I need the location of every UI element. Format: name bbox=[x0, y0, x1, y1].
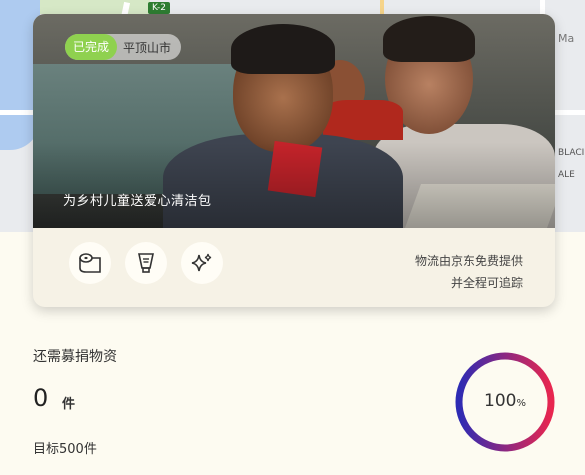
sparkle-icon[interactable] bbox=[181, 242, 223, 284]
project-photo: 已完成 平顶山市 为乡村儿童送爱心清洁包 bbox=[33, 14, 555, 228]
project-card[interactable]: 已完成 平顶山市 为乡村儿童送爱心清洁包 物流由京东免费提供 并全程可追踪 bbox=[33, 14, 555, 307]
status-tag-group: 已完成 平顶山市 bbox=[65, 34, 182, 60]
logistics-note: 物流由京东免费提供 并全程可追踪 bbox=[415, 250, 523, 294]
toothpaste-icon[interactable] bbox=[125, 242, 167, 284]
location-label: 平顶山市 bbox=[123, 40, 172, 55]
percent-sign: % bbox=[516, 398, 526, 409]
status-badge: 已完成 bbox=[65, 34, 118, 60]
remaining-count: 0 bbox=[33, 384, 49, 412]
progress-percent: 100% bbox=[454, 391, 556, 411]
project-caption: 为乡村儿童送爱心清洁包 bbox=[63, 194, 212, 209]
logistics-line: 物流由京东免费提供 bbox=[414, 254, 523, 268]
count-unit: 件 bbox=[62, 397, 76, 412]
remaining-label: 还需募捐物资 bbox=[33, 349, 117, 365]
toilet-paper-icon[interactable] bbox=[69, 242, 111, 284]
map-label: ALE bbox=[558, 170, 575, 180]
map-road-badge: K-2 bbox=[148, 2, 170, 14]
map-park bbox=[40, 0, 150, 14]
logistics-line: 并全程可追踪 bbox=[450, 276, 523, 290]
target-label: 目标500件 bbox=[33, 442, 97, 457]
map-label: BLACI bbox=[558, 148, 585, 158]
progress-number: 100 bbox=[484, 391, 517, 411]
map-label: Ma bbox=[558, 32, 575, 45]
supply-icons bbox=[69, 242, 223, 284]
